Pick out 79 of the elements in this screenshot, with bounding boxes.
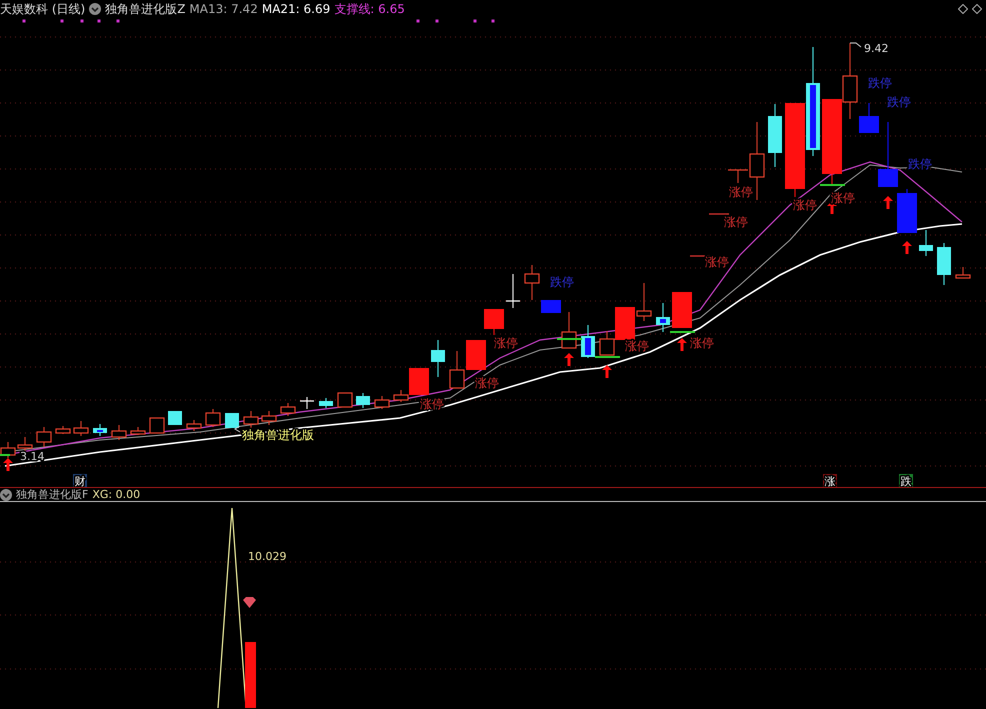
signal-label: 涨停 xyxy=(724,215,748,229)
candlestick xyxy=(656,302,670,332)
peak-label: 10.029 xyxy=(248,550,286,563)
dropdown-icon[interactable] xyxy=(0,488,12,500)
candlestick xyxy=(17,436,33,452)
candlestick xyxy=(449,350,465,389)
stock-title: 天娱数科 (日线) xyxy=(0,1,86,18)
candlestick xyxy=(243,410,259,428)
indicator-name: 独角兽进化版F xyxy=(16,488,88,502)
candlestick xyxy=(374,396,390,410)
price-label: 9.42 xyxy=(864,42,888,55)
candlestick xyxy=(431,340,445,378)
candlestick xyxy=(168,410,182,426)
indicator-name: 独角兽进化版Z xyxy=(105,1,186,18)
up-arrow-icon xyxy=(564,353,574,366)
candlestick xyxy=(356,392,370,408)
candlestick xyxy=(955,266,971,279)
up-arrow-icon xyxy=(602,365,612,378)
signal-label: 涨停 xyxy=(729,185,753,199)
indicator-reading: XG: 0.00 xyxy=(92,488,140,502)
leader-line xyxy=(234,426,240,432)
candlestick xyxy=(506,274,520,308)
candlestick xyxy=(300,396,314,410)
candlestick xyxy=(225,412,239,428)
candlestick xyxy=(636,282,652,322)
candlestick xyxy=(73,420,89,436)
candlestick xyxy=(0,442,16,458)
gem-icon xyxy=(243,597,256,608)
marker-line xyxy=(595,356,620,358)
marker-line xyxy=(557,338,582,340)
candlestick xyxy=(599,330,615,356)
candlestick xyxy=(319,398,333,408)
candlestick xyxy=(466,340,486,370)
dropdown-icon[interactable] xyxy=(89,3,102,15)
indicator-reading: MA13: 7.42 xyxy=(189,1,258,18)
candlestick xyxy=(186,420,202,432)
marker-line xyxy=(820,184,845,186)
up-arrow-icon xyxy=(883,196,893,209)
marker-line xyxy=(0,454,10,456)
signal-label: 跌停 xyxy=(868,76,892,90)
candlestick xyxy=(672,292,692,328)
candlestick xyxy=(55,426,71,434)
candlestick xyxy=(205,408,221,428)
candlestick xyxy=(130,426,146,436)
candlestick xyxy=(768,104,782,168)
signal-label: 涨停 xyxy=(420,397,444,411)
marker-label: 涨 xyxy=(824,475,836,488)
marker-label: 财 xyxy=(74,475,86,488)
candlestick xyxy=(93,424,107,436)
candlestick xyxy=(919,230,933,256)
signal-label: 涨停 xyxy=(705,255,729,269)
up-arrow-icon xyxy=(677,338,687,351)
leader-line xyxy=(850,42,862,48)
signal-label: 涨停 xyxy=(793,198,817,212)
marker-label: 跌 xyxy=(900,475,912,488)
price-label: 3.14 xyxy=(20,450,44,463)
candlestick xyxy=(937,242,951,286)
signal-label: 跌停 xyxy=(550,275,574,289)
up-arrow-icon xyxy=(3,458,13,471)
signal-label: 涨停 xyxy=(494,336,518,350)
candlestick xyxy=(36,426,52,448)
indicator-reading: 支撑线: 6.65 xyxy=(334,1,405,18)
candlestick xyxy=(111,424,127,440)
candlestick xyxy=(615,306,635,340)
candlestick xyxy=(337,392,353,408)
candlestick xyxy=(581,324,595,358)
candlestick xyxy=(261,410,277,426)
signal-label: 涨停 xyxy=(625,339,649,353)
candlestick xyxy=(149,417,165,434)
signal-label: 涨停 xyxy=(475,376,499,390)
up-arrow-icon xyxy=(902,241,912,254)
signal-label: 跌停 xyxy=(887,95,911,109)
candlestick xyxy=(280,402,296,416)
indicator-reading: MA21: 6.69 xyxy=(262,1,330,18)
signal-bar xyxy=(245,642,256,708)
candlestick xyxy=(484,308,504,336)
signal-label: 涨停 xyxy=(690,336,714,350)
signal-label: 涨停 xyxy=(831,191,855,205)
marker-line xyxy=(670,331,695,333)
